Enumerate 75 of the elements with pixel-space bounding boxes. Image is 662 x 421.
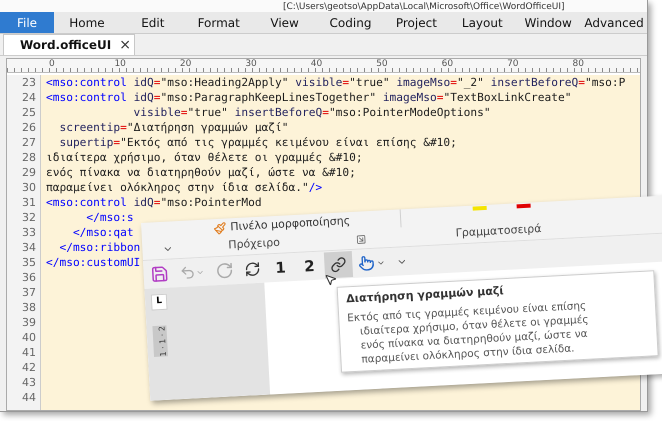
code-line: visible="true" insertBeforeQ="mso:PointerModeOptions" bbox=[132, 106, 491, 119]
code-line: ιδιαίτερα χρήσιμο, όταν θέλετε οι γραμμές &#10; bbox=[46, 151, 363, 164]
document-tab[interactable]: Word.officeUI × bbox=[3, 34, 135, 55]
menu-item[interactable]: Project bbox=[383, 12, 450, 33]
line-number: 24 bbox=[21, 90, 37, 105]
number-button[interactable]: 2 bbox=[294, 252, 324, 280]
line-number: 28 bbox=[21, 150, 37, 165]
line-number: 40 bbox=[21, 330, 37, 345]
ruler-label: 0 bbox=[49, 59, 56, 69]
line-number: 35 bbox=[21, 255, 37, 270]
line-number: 39 bbox=[21, 315, 37, 330]
code-line: <mso:control idQ="mso:PointerMod bbox=[46, 196, 262, 209]
menu-item[interactable]: Edit bbox=[120, 12, 186, 33]
code-line: ενός πίνακα να διατηρηθούν μαζί, ώστε να &#10; bbox=[46, 166, 356, 179]
menu-item[interactable]: Format bbox=[186, 12, 252, 33]
menu-item[interactable]: Layout bbox=[449, 12, 516, 33]
line-number: 41 bbox=[21, 345, 37, 360]
code-line: </mso:customUI bbox=[46, 256, 140, 269]
ruler-label: 70 bbox=[507, 59, 520, 69]
line-number: 30 bbox=[21, 180, 37, 195]
line-number: 27 bbox=[21, 135, 37, 150]
line-number: 23 bbox=[21, 75, 37, 90]
menu-item[interactable]: Home bbox=[54, 12, 120, 33]
tooltip-title: Διατήρηση γραμμών μαζί bbox=[346, 283, 504, 306]
ruler-label: 80 bbox=[572, 59, 585, 69]
code-line: παραμείνει ολόκληρος στην ίδια σελίδα."/> bbox=[46, 181, 322, 194]
close-button[interactable]: × bbox=[119, 38, 131, 52]
code-line: <mso:control idQ="mso:ParagraphKeepLinesTogether" imageMso="TextBoxLinkCreate" bbox=[46, 91, 572, 104]
ruler-label: 20 bbox=[180, 59, 192, 69]
brush-icon bbox=[213, 221, 227, 235]
menu-item[interactable]: Window bbox=[515, 12, 582, 33]
window-title: [C:\Users\geotso\AppData\Local\Microsoft\Office\WordOfficeUI] bbox=[283, 2, 565, 12]
line-number: 29 bbox=[21, 165, 37, 180]
line-number: 37 bbox=[21, 285, 37, 300]
ruler-label: 50 bbox=[376, 59, 389, 69]
code-line: </mso:s bbox=[85, 211, 134, 224]
line-number: 34 bbox=[21, 240, 37, 255]
line-number: 25 bbox=[21, 105, 37, 120]
ruler-label: 30 bbox=[245, 59, 258, 69]
line-number: 36 bbox=[21, 270, 37, 285]
link-button[interactable] bbox=[324, 251, 354, 278]
ruler-label: 10 bbox=[114, 59, 127, 69]
link-icon bbox=[330, 256, 347, 274]
line-number: 42 bbox=[21, 360, 37, 375]
line-number: 44 bbox=[21, 390, 37, 405]
line-number: 31 bbox=[21, 195, 37, 210]
group-label: Πρόχειρο bbox=[228, 235, 280, 254]
line-number: 33 bbox=[21, 225, 37, 240]
font-color-swatch-icon bbox=[472, 206, 487, 211]
ruler-label: 40 bbox=[310, 59, 324, 69]
number-button[interactable]: 1 bbox=[266, 254, 296, 282]
code-line: </mso:qat bbox=[72, 226, 134, 239]
vertical-ruler: 1 · 1 · 2 bbox=[152, 326, 168, 358]
highlight-swatch-icon bbox=[516, 204, 531, 208]
line-number: 32 bbox=[21, 210, 37, 225]
format-painter-button[interactable]: Πινέλο μορφοποίησης bbox=[230, 212, 351, 236]
group-label: Γραμματοσειρά bbox=[455, 221, 542, 242]
ruler-label: 60 bbox=[442, 59, 454, 69]
undo-icon bbox=[179, 264, 196, 282]
hand-icon bbox=[358, 254, 375, 272]
tab-label: Word.officeUI bbox=[20, 37, 112, 54]
menu-item[interactable]: Coding bbox=[318, 12, 384, 33]
line-number: 26 bbox=[21, 120, 37, 135]
code-line: screentip="Διατήρηση γραμμών μαζί" bbox=[58, 121, 288, 134]
tab-stop-button[interactable]: L bbox=[150, 294, 168, 311]
dialog-launcher-icon[interactable] bbox=[356, 234, 366, 244]
code-line: </mso:ribbon bbox=[58, 241, 140, 254]
code-line: <mso:control idQ="mso:Heading2Apply" visible="true" imageMso="_2" insertBeforeQ="mso:P bbox=[46, 76, 626, 89]
mouse-pointer-icon bbox=[324, 272, 338, 286]
menu-item[interactable]: Advanced bbox=[581, 12, 647, 33]
code-line: supertip="Εκτός από τις γραμμές κειμένου είναι επίσης &#10; bbox=[58, 136, 457, 149]
line-number: 38 bbox=[21, 300, 37, 315]
menu-item[interactable]: File bbox=[0, 12, 54, 33]
line-number: 43 bbox=[21, 375, 37, 390]
menu-item[interactable]: View bbox=[252, 12, 318, 33]
